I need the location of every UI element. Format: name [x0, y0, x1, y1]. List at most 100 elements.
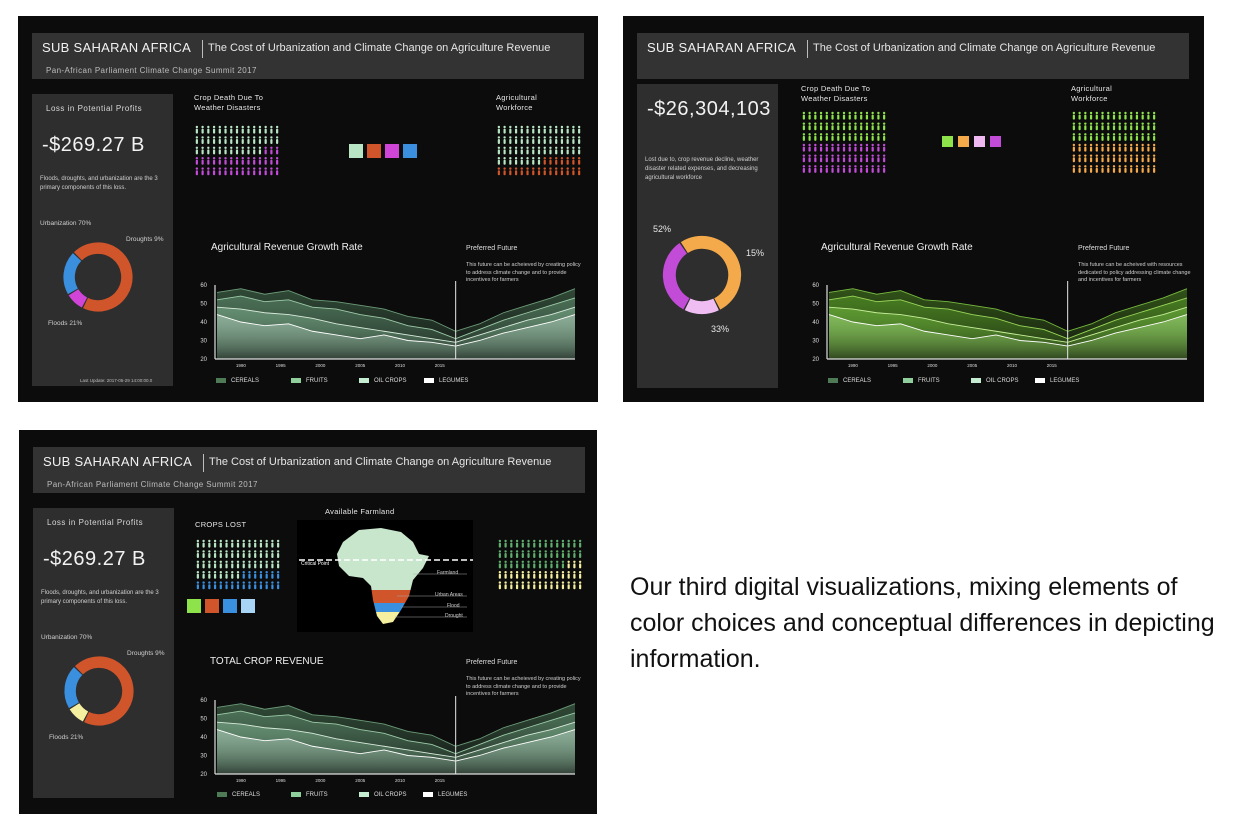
person-figure: [276, 571, 280, 579]
person-figure: [265, 571, 268, 579]
person-figure: [1112, 133, 1116, 141]
person-figure: [556, 571, 559, 579]
person-figure: [510, 560, 513, 569]
person-figure: [556, 560, 559, 569]
person-figure: [882, 143, 886, 152]
person-figure: [1072, 133, 1076, 141]
person-figure: [1112, 154, 1116, 163]
person-figure: [195, 136, 199, 144]
person-figure: [1141, 165, 1144, 173]
person-figure: [573, 560, 576, 569]
donut-segment: [680, 235, 742, 310]
swatch-3: [385, 144, 399, 158]
person-figure: [503, 146, 506, 155]
person-figure: [230, 136, 233, 144]
region-title: SUB SAHARAN AFRICA: [43, 454, 193, 469]
person-figure: [254, 571, 257, 579]
person-figure: [537, 157, 541, 165]
person-figure: [1147, 122, 1150, 131]
person-figure: [561, 539, 565, 548]
person-figure: [527, 571, 530, 579]
person-figure: [538, 581, 542, 590]
person-figure: [1147, 143, 1150, 152]
person-figure: [265, 539, 268, 548]
x-tick-label: 1995: [276, 363, 287, 368]
person-figure: [877, 111, 880, 120]
person-figure: [1112, 165, 1116, 173]
person-figure: [201, 167, 204, 176]
person-figure: [514, 146, 518, 155]
person-figure: [572, 157, 575, 165]
person-figure: [538, 560, 542, 569]
person-figure: [231, 550, 234, 558]
person-figure: [521, 581, 524, 590]
person-figure: [854, 143, 857, 152]
person-figure: [1147, 165, 1150, 173]
pct-15-label: 15%: [746, 248, 765, 258]
person-figure: [276, 560, 280, 569]
workforce-pictogram: [1072, 111, 1156, 173]
person-figure: [219, 539, 222, 548]
x-tick-label: 2015: [1047, 363, 1058, 368]
person-figure: [533, 539, 536, 548]
person-figure: [241, 167, 244, 176]
person-figure: [196, 571, 200, 579]
person-figure: [526, 157, 529, 165]
person-figure: [202, 581, 205, 590]
person-figure: [514, 136, 518, 144]
person-figure: [526, 125, 529, 134]
person-figure: [1089, 133, 1093, 141]
y-tick-label: 60: [812, 283, 819, 289]
person-figure: [241, 125, 244, 134]
crops-lost-pictogram: [196, 539, 280, 590]
person-figure: [259, 571, 263, 579]
loss-value: -$269.27 B: [43, 548, 146, 570]
person-figure: [202, 539, 205, 548]
person-figure: [236, 560, 240, 569]
person-figure: [1147, 133, 1150, 141]
person-figure: [527, 550, 530, 558]
person-figure: [532, 146, 535, 155]
person-figure: [537, 167, 541, 176]
person-figure: [1152, 154, 1156, 163]
swatch-2: [205, 599, 219, 613]
revenue-area-chart: 20 30 40 50 60 1990 1995 2000 2005 2010 2015: [200, 696, 576, 783]
person-figure: [1084, 111, 1087, 120]
person-figure: [802, 143, 806, 152]
loss-sidebar: Loss in Potential Profits -$269.27 B Flo…: [32, 94, 173, 386]
person-figure: [567, 550, 570, 558]
person-figure: [201, 157, 204, 165]
person-figure: [837, 143, 840, 152]
person-figure: [1135, 143, 1139, 152]
person-figure: [208, 550, 211, 558]
person-figure: [1084, 165, 1087, 173]
header-bar: SUB SAHARAN AFRICA The Cost of Urbanizat…: [33, 447, 585, 493]
person-figure: [201, 146, 204, 155]
person-figure: [510, 550, 513, 558]
person-figure: [808, 133, 811, 141]
person-figure: [253, 167, 256, 176]
person-figure: [825, 122, 828, 131]
person-figure: [831, 143, 834, 152]
person-figure: [567, 560, 570, 569]
person-figure: [808, 154, 811, 163]
person-figure: [1101, 122, 1104, 131]
africa-farmland-map: Critical Point Farmland Urban Areas Floo…: [297, 520, 473, 632]
person-figure: [258, 167, 262, 176]
swatch-1: [942, 136, 953, 147]
person-figure: [860, 111, 863, 120]
person-figure: [1078, 122, 1081, 131]
person-figure: [253, 125, 256, 134]
y-tick-label: 20: [200, 357, 207, 363]
person-figure: [555, 167, 558, 176]
person-figure: [831, 154, 834, 163]
legend-cereals: CEREALS: [216, 378, 259, 384]
person-figure: [1124, 133, 1127, 141]
person-figure: [1107, 122, 1110, 131]
page-title: The Cost of Urbanization and Climate Cha…: [813, 42, 1156, 54]
person-figure: [248, 550, 251, 558]
person-figure: [831, 133, 834, 141]
person-figure: [533, 560, 536, 569]
person-figure: [258, 125, 262, 134]
person-figure: [1141, 143, 1144, 152]
